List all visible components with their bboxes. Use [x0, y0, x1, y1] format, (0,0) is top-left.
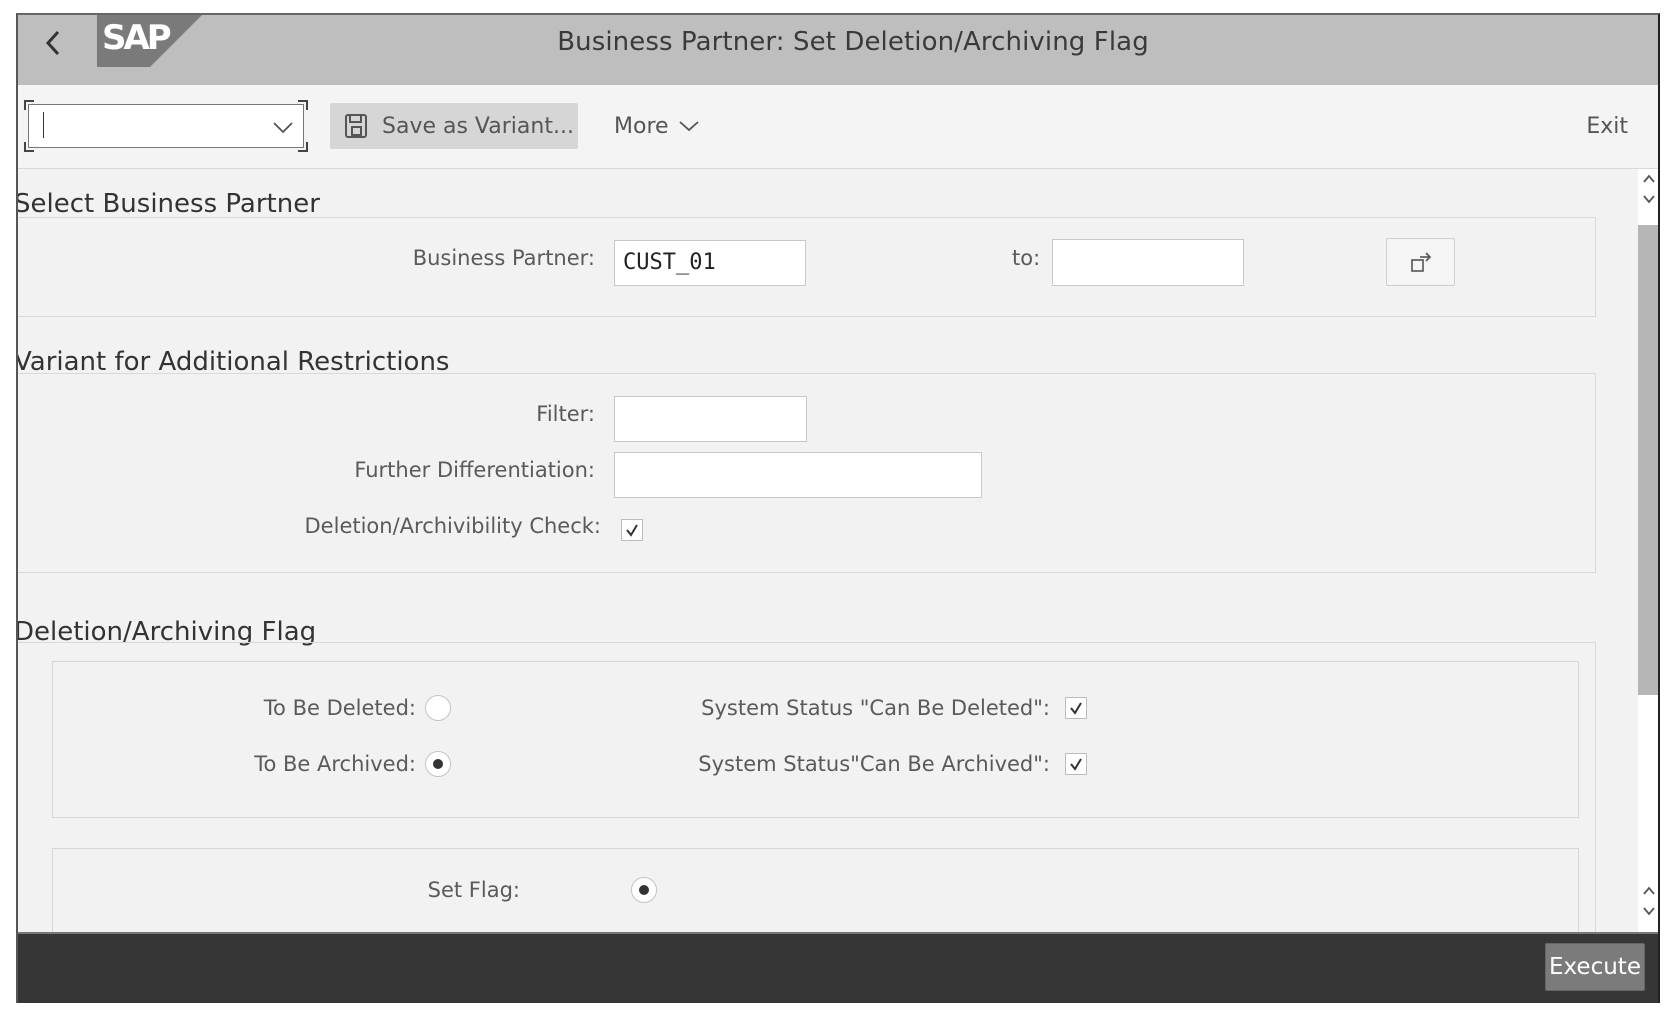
footer-bar: Execute	[18, 932, 1658, 1003]
chevron-down-icon	[1643, 907, 1655, 916]
set-flag-radio[interactable]	[631, 877, 657, 903]
chevron-up-icon	[1643, 886, 1655, 895]
chevron-down-icon	[678, 121, 699, 132]
focus-corner	[298, 142, 308, 152]
set-flag-label: Set Flag:	[427, 878, 520, 902]
filter-label: Filter:	[536, 402, 595, 426]
more-menu-button[interactable]: More	[614, 103, 701, 149]
chevron-down-icon	[1643, 195, 1655, 204]
checkmark-icon	[1070, 758, 1082, 771]
system-status-can-be-archived-label: System Status"Can Be Archived":	[698, 752, 1050, 776]
further-differentiation-label: Further Differentiation:	[354, 458, 595, 482]
text-cursor	[43, 112, 44, 138]
to-be-deleted-label: To Be Deleted:	[263, 696, 416, 720]
focus-corner	[24, 100, 34, 110]
system-status-can-be-archived-checkbox[interactable]	[1065, 753, 1087, 775]
section-select-bp: Business Partner: CUST_01 to:	[18, 217, 1596, 317]
app-window: SAP Business Partner: Set Deletion/Archi…	[16, 13, 1660, 1003]
section-title-select-bp: Select Business Partner	[18, 189, 320, 219]
business-partner-from-input[interactable]: CUST_01	[614, 240, 806, 286]
scroll-page-up-button[interactable]	[1640, 885, 1658, 901]
shell-header: SAP Business Partner: Set Deletion/Archi…	[18, 15, 1658, 85]
selection-screen: Select Business Partner Business Partner…	[18, 169, 1638, 932]
page-title: Business Partner: Set Deletion/Archiving…	[557, 27, 1149, 57]
floppy-disk-icon	[345, 114, 367, 138]
multiple-selection-button[interactable]	[1386, 238, 1455, 286]
checkmark-icon	[626, 524, 638, 537]
to-label: to:	[1012, 246, 1041, 270]
radio-selected-dot	[433, 759, 443, 769]
radio-selected-dot	[639, 885, 649, 895]
variant-select[interactable]	[24, 100, 308, 152]
focus-corner	[298, 100, 308, 110]
execute-button[interactable]: Execute	[1545, 943, 1645, 991]
filter-input[interactable]	[614, 396, 807, 442]
chevron-up-icon	[1643, 174, 1655, 183]
scroll-up-button[interactable]	[1640, 173, 1658, 189]
business-partner-to-input[interactable]	[1052, 239, 1244, 286]
to-be-archived-radio[interactable]	[425, 751, 451, 777]
to-be-deleted-radio[interactable]	[425, 695, 451, 721]
exit-label: Exit	[1586, 113, 1628, 139]
archivability-check-label: Deletion/Archivibility Check:	[304, 514, 601, 538]
scrollbar-thumb[interactable]	[1638, 225, 1658, 695]
toolbar: Save as Variant... More Exit	[18, 85, 1658, 169]
archivability-check-checkbox[interactable]	[621, 519, 643, 541]
save-as-variant-label: Save as Variant...	[382, 113, 574, 139]
save-as-variant-button[interactable]: Save as Variant...	[330, 103, 578, 149]
further-differentiation-input[interactable]	[614, 452, 982, 498]
scroll-page-down-button[interactable]	[1640, 905, 1658, 921]
multiple-selection-icon	[1410, 252, 1431, 272]
chevron-down-icon[interactable]	[271, 115, 295, 139]
flag-options-group: To Be Deleted: To Be Archived: System St…	[52, 661, 1579, 818]
to-be-archived-label: To Be Archived:	[254, 752, 416, 776]
vertical-scrollbar[interactable]	[1638, 169, 1658, 932]
checkmark-icon	[1070, 702, 1082, 715]
focus-corner	[24, 142, 34, 152]
set-flag-group: Set Flag:	[52, 848, 1579, 932]
system-status-can-be-deleted-label: System Status "Can Be Deleted":	[701, 696, 1050, 720]
scroll-down-button[interactable]	[1640, 193, 1658, 209]
exit-button[interactable]: Exit	[1586, 103, 1628, 149]
business-partner-label: Business Partner:	[412, 246, 595, 270]
system-status-can-be-deleted-checkbox[interactable]	[1065, 697, 1087, 719]
more-label: More	[614, 113, 669, 139]
section-variant: Filter: Further Differentiation: Deletio…	[18, 373, 1596, 573]
section-flag: To Be Deleted: To Be Archived: System St…	[18, 642, 1596, 932]
